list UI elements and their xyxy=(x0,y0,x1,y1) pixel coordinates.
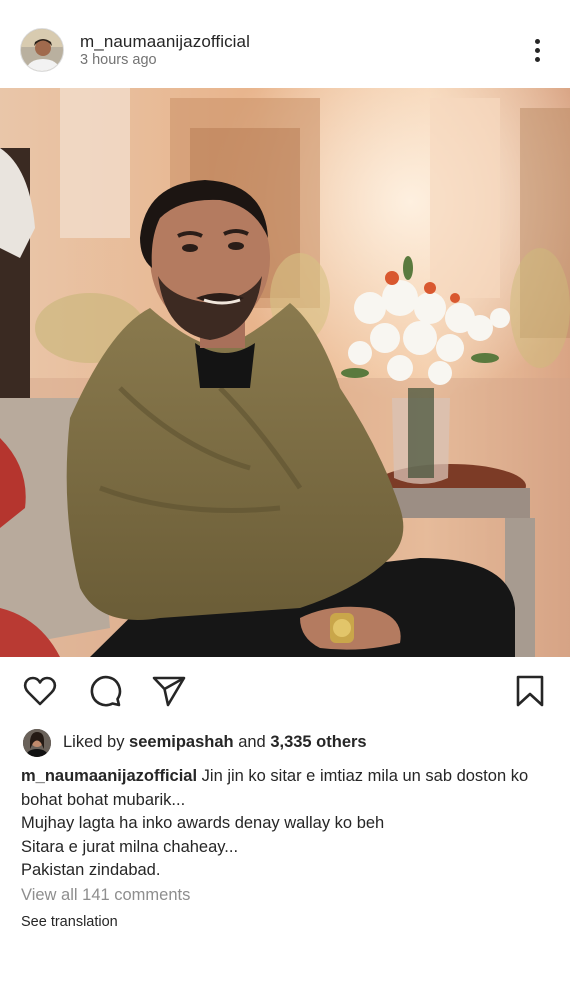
liker-avatar[interactable] xyxy=(23,729,51,757)
view-all-comments-link[interactable]: View all 141 comments xyxy=(21,886,190,905)
likes-row: Liked by seemipashah and 3,335 others xyxy=(0,727,570,757)
liked-by-user[interactable]: seemipashah xyxy=(129,733,234,751)
post-timestamp: 3 hours ago xyxy=(80,52,157,68)
post-caption: m_naumaanijazofficial Jin jin ko sitar e… xyxy=(21,765,556,883)
caption-line: Sitara e jurat milna chaheay... xyxy=(21,837,239,856)
see-translation-link[interactable]: See translation xyxy=(21,914,118,930)
likes-middle: and xyxy=(233,733,271,751)
post-username[interactable]: m_naumaanijazofficial xyxy=(80,32,250,52)
post-action-bar xyxy=(0,657,570,727)
caption-text: Jin jin ko sitar e imtiaz mila un sab do… xyxy=(197,767,529,785)
post-image[interactable] xyxy=(0,88,570,657)
heart-icon[interactable] xyxy=(22,673,58,709)
caption-line: m_naumaanijazofficial Jin jin ko sitar e… xyxy=(21,765,556,789)
more-vertical-icon[interactable] xyxy=(524,34,552,68)
profile-avatar[interactable] xyxy=(20,28,64,72)
caption-line: Pakistan zindabad. xyxy=(21,861,161,879)
bookmark-icon[interactable] xyxy=(512,673,548,709)
post-header: m_naumaanijazofficial 3 hours ago xyxy=(0,0,570,88)
likes-count[interactable]: 3,335 others xyxy=(270,733,366,751)
comment-icon[interactable] xyxy=(87,673,123,709)
caption-line: Mujhay lagta ha inko awards denay wallay… xyxy=(21,814,385,832)
send-icon[interactable] xyxy=(151,673,187,709)
caption-line: bohat bohat mubarik... xyxy=(21,790,186,809)
likes-prefix: Liked by xyxy=(63,733,130,751)
caption-username[interactable]: m_naumaanijazofficial xyxy=(21,767,197,785)
likes-summary[interactable]: Liked by seemipashah and 3,335 others xyxy=(63,733,367,752)
